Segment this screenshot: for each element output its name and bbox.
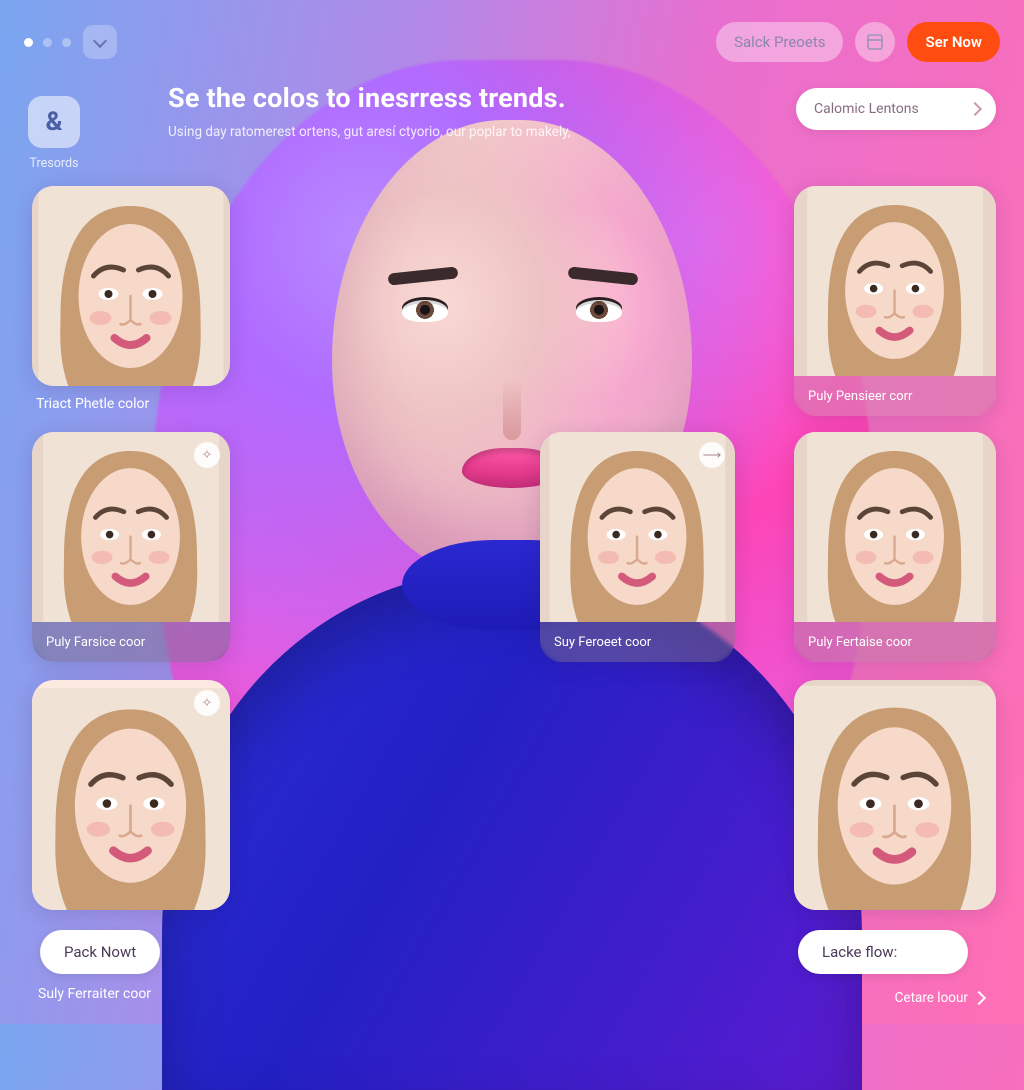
grid-icon bbox=[867, 34, 883, 50]
page-subtitle: Using day ratomerest ortens, gut aresí c… bbox=[168, 124, 570, 140]
pack-now-button[interactable]: Pack Nowt bbox=[40, 930, 160, 974]
create-look-link[interactable]: Cetare loour bbox=[895, 990, 984, 1006]
preset-card-label: Puly Fertaise coor bbox=[794, 622, 996, 662]
favorite-icon[interactable]: ✧ bbox=[194, 442, 220, 468]
lens-dropdown-label: Calomic Lentons bbox=[814, 101, 919, 117]
link-icon[interactable]: ⟶ bbox=[699, 442, 725, 468]
trends-rail-label: Tresords bbox=[30, 156, 79, 171]
preset-card[interactable]: ✧ bbox=[32, 680, 230, 910]
carousel-dots[interactable] bbox=[24, 38, 71, 47]
preset-card[interactable] bbox=[794, 680, 996, 910]
primary-cta-button[interactable]: Ser Now bbox=[907, 22, 1000, 62]
preset-card-label: Triact Phetle color bbox=[36, 396, 149, 412]
preset-card[interactable]: Puly Pensieer corr bbox=[794, 186, 996, 416]
dropdown-toggle[interactable] bbox=[83, 25, 117, 59]
ampersand-icon: & bbox=[45, 107, 62, 137]
preset-card[interactable] bbox=[32, 186, 230, 386]
preset-card-label: Puly Pensieer corr bbox=[794, 376, 996, 416]
grid-icon-button[interactable] bbox=[855, 22, 895, 62]
presets-button[interactable]: Salck Preoets bbox=[716, 22, 843, 62]
lens-dropdown[interactable]: Calomic Lentons bbox=[796, 88, 996, 130]
preset-card[interactable]: Puly Fertaise coor bbox=[794, 432, 996, 662]
preset-card-label: Puly Farsice coor bbox=[32, 622, 230, 662]
preset-card-label: Suly Ferraiter coor bbox=[38, 986, 151, 1002]
favorite-icon[interactable]: ✧ bbox=[194, 690, 220, 716]
preset-card-label: Suy Feroeet coor bbox=[540, 622, 735, 662]
preset-card[interactable]: ⟶ Suy Feroeet coor bbox=[540, 432, 735, 662]
create-look-label: Cetare loour bbox=[895, 990, 968, 1006]
chevron-down-icon bbox=[93, 33, 107, 47]
lacke-flow-button[interactable]: Lacke flow: bbox=[798, 930, 968, 974]
chevron-right-icon bbox=[968, 102, 982, 116]
trends-rail-button[interactable]: & bbox=[28, 96, 80, 148]
preset-card[interactable]: ✧ Puly Farsice coor bbox=[32, 432, 230, 662]
chevron-right-icon bbox=[972, 991, 986, 1005]
page-title: Se the colos to inesrress trends. bbox=[168, 82, 570, 114]
